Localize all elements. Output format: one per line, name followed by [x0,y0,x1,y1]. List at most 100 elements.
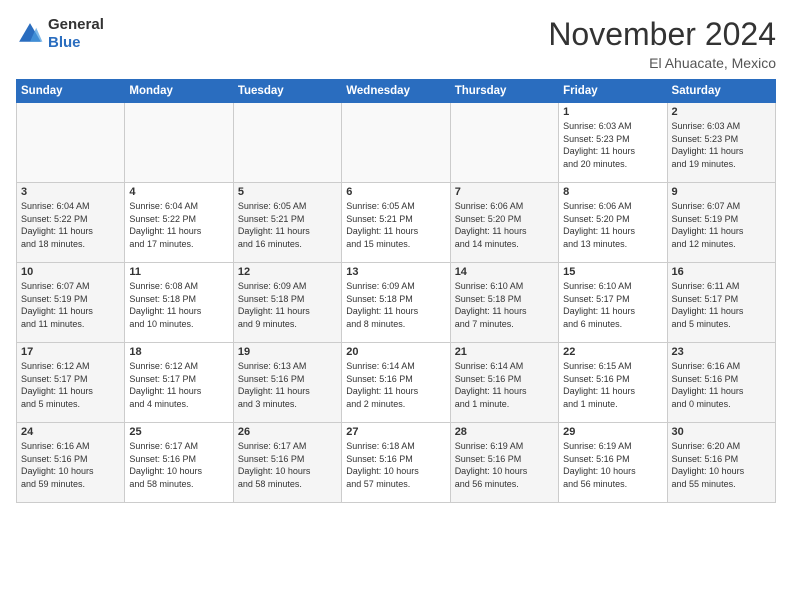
calendar-cell: 29 Sunrise: 6:19 AM Sunset: 5:16 PM Dayli… [559,423,667,503]
calendar-cell: 21Sunrise: 6:14 AM Sunset: 5:16 PM Dayli… [450,343,558,423]
calendar-week-1: 1 Sunrise: 6:03 AM Sunset: 5:23 PM Daylig… [17,103,776,183]
calendar-cell: 17Sunrise: 6:12 AM Sunset: 5:17 PM Dayli… [17,343,125,423]
day-number: 1 [563,106,662,118]
page: General Blue November 2024 El Ahuacate, … [0,0,792,513]
month-title: November 2024 [548,16,776,53]
calendar-cell: 15 Sunrise: 6:10 AM Sunset: 5:17 PM Dayli… [559,263,667,343]
calendar-cell: 12 Sunrise: 6:09 AM Sunset: 5:18 PM Dayli… [233,263,341,343]
day-info: Sunrise: 6:07 AM Sunset: 5:19 PM Dayligh… [672,200,771,250]
calendar-cell: 7 Sunrise: 6:06 AM Sunset: 5:20 PM Daylig… [450,183,558,263]
calendar-cell: 14Sunrise: 6:10 AM Sunset: 5:18 PM Dayli… [450,263,558,343]
calendar-cell [342,103,450,183]
day-info: Sunrise: 6:06 AM Sunset: 5:20 PM Dayligh… [455,200,554,250]
calendar-week-2: 3 Sunrise: 6:04 AM Sunset: 5:22 PM Daylig… [17,183,776,263]
day-number: 7 [455,186,554,198]
day-number: 25 [129,426,228,438]
calendar-cell [17,103,125,183]
col-header-friday: Friday [559,80,667,103]
calendar-cell: 20 Sunrise: 6:14 AM Sunset: 5:16 PM Dayli… [342,343,450,423]
calendar-cell: 23Sunrise: 6:16 AM Sunset: 5:16 PM Dayli… [667,343,775,423]
calendar-cell: 2Sunrise: 6:03 AM Sunset: 5:23 PM Daylig… [667,103,775,183]
day-number: 19 [238,346,337,358]
location: El Ahuacate, Mexico [548,55,776,71]
calendar-cell: 27 Sunrise: 6:18 AM Sunset: 5:16 PM Dayli… [342,423,450,503]
day-number: 15 [563,266,662,278]
day-info: Sunrise: 6:19 AM Sunset: 5:16 PM Dayligh… [563,440,662,490]
calendar-cell: 6Sunrise: 6:05 AM Sunset: 5:21 PM Daylig… [342,183,450,263]
day-info: Sunrise: 6:04 AM Sunset: 5:22 PM Dayligh… [129,200,228,250]
title-block: November 2024 El Ahuacate, Mexico [548,16,776,71]
day-info: Sunrise: 6:11 AM Sunset: 5:17 PM Dayligh… [672,280,771,330]
day-info: Sunrise: 6:14 AM Sunset: 5:16 PM Dayligh… [346,360,445,410]
col-header-monday: Monday [125,80,233,103]
logo: General Blue [16,16,104,52]
calendar-cell: 28 Sunrise: 6:19 AM Sunset: 5:16 PM Dayli… [450,423,558,503]
calendar-cell: 18 Sunrise: 6:12 AM Sunset: 5:17 PM Dayli… [125,343,233,423]
calendar-cell: 1 Sunrise: 6:03 AM Sunset: 5:23 PM Daylig… [559,103,667,183]
day-info: Sunrise: 6:16 AM Sunset: 5:16 PM Dayligh… [672,360,771,410]
col-header-thursday: Thursday [450,80,558,103]
day-number: 6 [346,186,445,198]
day-number: 28 [455,426,554,438]
day-info: Sunrise: 6:10 AM Sunset: 5:17 PM Dayligh… [563,280,662,330]
day-number: 13 [346,266,445,278]
calendar-cell: 30Sunrise: 6:20 AM Sunset: 5:16 PM Dayli… [667,423,775,503]
calendar-cell: 13 Sunrise: 6:09 AM Sunset: 5:18 PM Dayli… [342,263,450,343]
day-info: Sunrise: 6:09 AM Sunset: 5:18 PM Dayligh… [346,280,445,330]
calendar-cell: 22 Sunrise: 6:15 AM Sunset: 5:16 PM Dayli… [559,343,667,423]
day-number: 8 [563,186,662,198]
day-info: Sunrise: 6:06 AM Sunset: 5:20 PM Dayligh… [563,200,662,250]
day-number: 24 [21,426,120,438]
day-info: Sunrise: 6:09 AM Sunset: 5:18 PM Dayligh… [238,280,337,330]
day-info: Sunrise: 6:04 AM Sunset: 5:22 PM Dayligh… [21,200,120,250]
day-info: Sunrise: 6:08 AM Sunset: 5:18 PM Dayligh… [129,280,228,330]
calendar: SundayMondayTuesdayWednesdayThursdayFrid… [16,79,776,503]
day-number: 20 [346,346,445,358]
calendar-cell: 25 Sunrise: 6:17 AM Sunset: 5:16 PM Dayli… [125,423,233,503]
header: General Blue November 2024 El Ahuacate, … [16,16,776,71]
day-info: Sunrise: 6:18 AM Sunset: 5:16 PM Dayligh… [346,440,445,490]
day-info: Sunrise: 6:17 AM Sunset: 5:16 PM Dayligh… [129,440,228,490]
calendar-cell: 24 Sunrise: 6:16 AM Sunset: 5:16 PM Dayli… [17,423,125,503]
col-header-tuesday: Tuesday [233,80,341,103]
calendar-cell: 26Sunrise: 6:17 AM Sunset: 5:16 PM Dayli… [233,423,341,503]
calendar-cell: 10Sunrise: 6:07 AM Sunset: 5:19 PM Dayli… [17,263,125,343]
calendar-cell [125,103,233,183]
day-number: 5 [238,186,337,198]
calendar-cell: 9 Sunrise: 6:07 AM Sunset: 5:19 PM Daylig… [667,183,775,263]
logo-blue: Blue [48,34,104,52]
calendar-cell: 5 Sunrise: 6:05 AM Sunset: 5:21 PM Daylig… [233,183,341,263]
day-number: 11 [129,266,228,278]
logo-general: General [48,16,104,34]
day-number: 18 [129,346,228,358]
day-number: 21 [455,346,554,358]
day-number: 3 [21,186,120,198]
col-header-saturday: Saturday [667,80,775,103]
day-info: Sunrise: 6:10 AM Sunset: 5:18 PM Dayligh… [455,280,554,330]
day-info: Sunrise: 6:03 AM Sunset: 5:23 PM Dayligh… [563,120,662,170]
day-info: Sunrise: 6:15 AM Sunset: 5:16 PM Dayligh… [563,360,662,410]
day-info: Sunrise: 6:05 AM Sunset: 5:21 PM Dayligh… [238,200,337,250]
day-number: 22 [563,346,662,358]
calendar-cell: 8 Sunrise: 6:06 AM Sunset: 5:20 PM Daylig… [559,183,667,263]
day-number: 17 [21,346,120,358]
day-number: 26 [238,426,337,438]
day-number: 9 [672,186,771,198]
day-number: 16 [672,266,771,278]
col-header-wednesday: Wednesday [342,80,450,103]
day-number: 27 [346,426,445,438]
day-info: Sunrise: 6:19 AM Sunset: 5:16 PM Dayligh… [455,440,554,490]
day-number: 29 [563,426,662,438]
day-number: 12 [238,266,337,278]
calendar-week-5: 24 Sunrise: 6:16 AM Sunset: 5:16 PM Dayli… [17,423,776,503]
calendar-header-row: SundayMondayTuesdayWednesdayThursdayFrid… [17,80,776,103]
calendar-cell: 11 Sunrise: 6:08 AM Sunset: 5:18 PM Dayli… [125,263,233,343]
calendar-week-3: 10Sunrise: 6:07 AM Sunset: 5:19 PM Dayli… [17,263,776,343]
day-number: 2 [672,106,771,118]
day-number: 30 [672,426,771,438]
calendar-cell: 4Sunrise: 6:04 AM Sunset: 5:22 PM Daylig… [125,183,233,263]
day-info: Sunrise: 6:13 AM Sunset: 5:16 PM Dayligh… [238,360,337,410]
day-info: Sunrise: 6:12 AM Sunset: 5:17 PM Dayligh… [129,360,228,410]
day-info: Sunrise: 6:16 AM Sunset: 5:16 PM Dayligh… [21,440,120,490]
day-info: Sunrise: 6:07 AM Sunset: 5:19 PM Dayligh… [21,280,120,330]
